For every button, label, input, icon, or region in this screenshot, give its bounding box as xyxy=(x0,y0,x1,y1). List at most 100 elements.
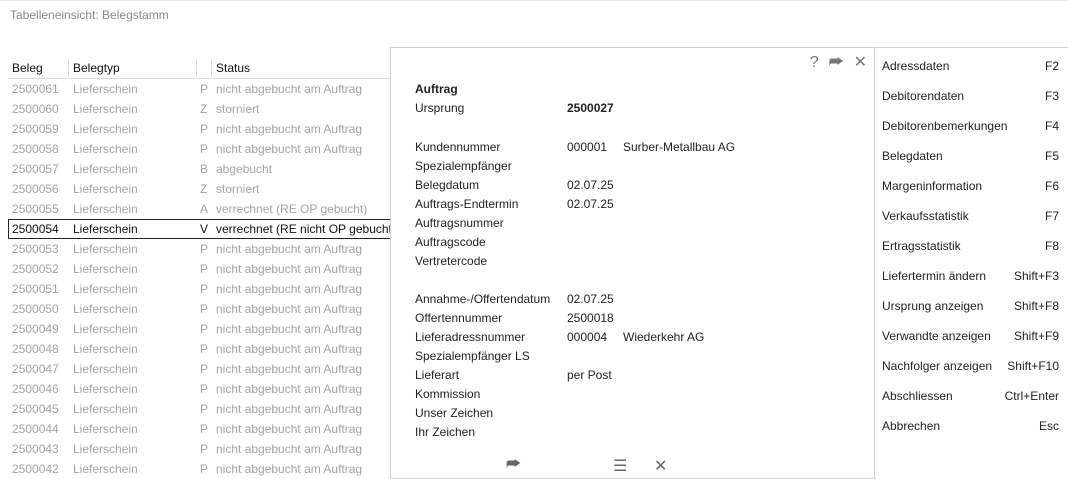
table-row[interactable]: 2500050 Lieferschein Pnicht abgebucht am A… xyxy=(8,299,392,319)
list-icon[interactable]: ☰ xyxy=(613,456,627,476)
table-header: Beleg Belegtyp Status xyxy=(8,58,392,79)
menu-item-shortcut: F6 xyxy=(1044,179,1059,193)
table-row[interactable]: 2500055 Lieferschein Averrechnet (RE OP ge… xyxy=(8,199,392,219)
menu-item-label: Ertragsstatistik xyxy=(882,239,961,253)
table-row[interactable]: 2500060 Lieferschein Zstorniert xyxy=(8,99,392,119)
menu-item-label: Debitorenbemerkungen xyxy=(882,119,1008,133)
cell-belegtyp: Lieferschein xyxy=(73,82,138,96)
menu-item-abbrechen[interactable]: Abbrechen Esc xyxy=(875,414,1068,438)
table-row[interactable]: 2500058 Lieferschein Pnicht abgebucht am A… xyxy=(8,139,392,159)
menu-item-liefertermin-ändern[interactable]: Liefertermin ändern Shift+F3 xyxy=(875,264,1068,288)
menu-item-label: Margeninformation xyxy=(882,179,983,193)
ursprung-label: Ursprung xyxy=(415,101,465,115)
menu-item-label: Abschliessen xyxy=(882,389,953,403)
table-row[interactable]: 2500059 Lieferschein Pnicht abgebucht am A… xyxy=(8,119,392,139)
menu-item-belegdaten[interactable]: Belegdaten F5 xyxy=(875,144,1068,168)
menu-item-debitorenbemerkungen[interactable]: Debitorenbemerkungen F4 xyxy=(875,114,1068,138)
table-row[interactable]: 2500056 Lieferschein Zstorniert xyxy=(8,179,392,199)
menu-item-nachfolger-anzeigen[interactable]: Nachfolger anzeigen Shift+F10 xyxy=(875,354,1068,378)
close-icon[interactable]: ✕ xyxy=(654,456,667,476)
cell-status: abgebucht xyxy=(216,162,273,176)
cell-beleg: 2500050 xyxy=(12,302,59,316)
table-row[interactable]: 2500061 Lieferschein Pnicht abgebucht am A… xyxy=(8,79,392,99)
menu-item-shortcut: F5 xyxy=(1044,149,1059,163)
menu-item-shortcut: F7 xyxy=(1044,209,1059,223)
menu-item-adressdaten[interactable]: Adressdaten F2 xyxy=(875,54,1068,78)
menu-item-ursprung-anzeigen[interactable]: Ursprung anzeigen Shift+F8 xyxy=(875,294,1068,318)
panel-toolbar: ? ⮫ ✕ xyxy=(810,54,867,72)
table-row[interactable]: 2500047 Lieferschein Pnicht abgebucht am A… xyxy=(8,359,392,379)
cell-beleg: 2500043 xyxy=(12,442,59,456)
table-row[interactable]: 2500046 Lieferschein Pnicht abgebucht am A… xyxy=(8,379,392,399)
table-row[interactable]: 2500053 Lieferschein Pnicht abgebucht am A… xyxy=(8,239,392,259)
column-header-beleg[interactable]: Beleg xyxy=(12,61,43,75)
cell-belegtyp: Lieferschein xyxy=(73,402,138,416)
lieferart-value: per Post xyxy=(567,368,612,382)
table-row[interactable]: 2500057 Lieferschein Babgebucht xyxy=(8,159,392,179)
cell-status-code: P xyxy=(200,322,209,336)
spezialempfaenger-ls-label: Spezialempfänger LS xyxy=(415,349,530,363)
cell-status-code: P xyxy=(200,142,209,156)
belegdatum-label: Belegdatum xyxy=(415,178,480,192)
context-menu: Adressdaten F2 Debitorendaten F3 Debitorenbe… xyxy=(874,47,1068,478)
cell-belegtyp: Lieferschein xyxy=(73,222,138,236)
table-row[interactable]: 2500043 Lieferschein Pnicht abgebucht am A… xyxy=(8,439,392,459)
forward-icon[interactable]: ⮫ xyxy=(506,456,521,474)
table-row[interactable]: 2500054 Lieferschein Vverrechnet (RE nicht… xyxy=(8,219,392,239)
cell-belegtyp: Lieferschein xyxy=(73,102,138,116)
menu-item-label: Abbrechen xyxy=(882,419,941,433)
column-header-status[interactable]: Status xyxy=(216,61,250,75)
cell-status: nicht abgebucht am Auftrag xyxy=(216,262,363,276)
kommission-label: Kommission xyxy=(415,387,481,401)
table-row[interactable]: 2500048 Lieferschein Pnicht abgebucht am A… xyxy=(8,339,392,359)
cell-beleg: 2500052 xyxy=(12,262,59,276)
table-row[interactable]: 2500051 Lieferschein Pnicht abgebucht am A… xyxy=(8,279,392,299)
menu-item-verkaufsstatistik[interactable]: Verkaufsstatistik F7 xyxy=(875,204,1068,228)
table-row[interactable]: 2500042 Lieferschein Pnicht abgebucht am A… xyxy=(8,459,392,477)
lieferadresse-value: 000004 xyxy=(567,330,608,344)
menu-item-verwandte-anzeigen[interactable]: Verwandte anzeigen Shift+F9 xyxy=(875,324,1068,348)
cell-belegtyp: Lieferschein xyxy=(73,462,138,476)
detail-heading: Auftrag xyxy=(415,82,458,96)
menu-item-margeninformation[interactable]: Margeninformation F6 xyxy=(875,174,1068,198)
offertennummer-value: 2500018 xyxy=(567,311,614,325)
cell-beleg: 2500051 xyxy=(12,282,59,296)
forward-icon[interactable]: ⮫ xyxy=(829,54,844,72)
menu-item-abschliessen[interactable]: Abschliessen Ctrl+Enter xyxy=(875,384,1068,408)
menu-item-debitorendaten[interactable]: Debitorendaten F3 xyxy=(875,84,1068,108)
cell-belegtyp: Lieferschein xyxy=(73,382,138,396)
cell-status-code: P xyxy=(200,422,209,436)
cell-beleg: 2500056 xyxy=(12,182,59,196)
belegstamm-table: Beleg Belegtyp Status 2500061 Lieferschei… xyxy=(8,58,392,477)
cell-beleg: 2500053 xyxy=(12,242,59,256)
cell-belegtyp: Lieferschein xyxy=(73,122,138,136)
column-separator[interactable] xyxy=(211,60,212,76)
cell-beleg: 2500045 xyxy=(12,402,59,416)
cell-belegtyp: Lieferschein xyxy=(73,142,138,156)
close-icon[interactable]: ✕ xyxy=(854,54,867,72)
menu-item-shortcut: F8 xyxy=(1044,239,1059,253)
cell-belegtyp: Lieferschein xyxy=(73,202,138,216)
cell-belegtyp: Lieferschein xyxy=(73,242,138,256)
ihr-zeichen-label: Ihr Zeichen xyxy=(415,425,476,439)
kunde-name: Surber-Metallbau AG xyxy=(623,140,736,154)
table-row[interactable]: 2500049 Lieferschein Pnicht abgebucht am A… xyxy=(8,319,392,339)
column-separator[interactable] xyxy=(68,60,69,76)
column-separator[interactable] xyxy=(196,60,197,76)
cell-belegtyp: Lieferschein xyxy=(73,182,138,196)
help-icon[interactable]: ? xyxy=(810,54,819,72)
cell-beleg: 2500058 xyxy=(12,142,59,156)
table-row[interactable]: 2500045 Lieferschein Pnicht abgebucht am A… xyxy=(8,399,392,419)
menu-item-label: Liefertermin ändern xyxy=(882,269,987,283)
cell-status: nicht abgebucht am Auftrag xyxy=(216,282,363,296)
menu-item-label: Debitorendaten xyxy=(882,89,965,103)
annahme-value: 02.07.25 xyxy=(567,292,614,306)
menu-item-ertragsstatistik[interactable]: Ertragsstatistik F8 xyxy=(875,234,1068,258)
cell-status-code: P xyxy=(200,402,209,416)
ursprung-value[interactable]: 2500027 xyxy=(567,101,614,115)
cell-beleg: 2500046 xyxy=(12,382,59,396)
column-header-belegtyp[interactable]: Belegtyp xyxy=(73,61,120,75)
table-row[interactable]: 2500052 Lieferschein Pnicht abgebucht am A… xyxy=(8,259,392,279)
table-row[interactable]: 2500044 Lieferschein Pnicht abgebucht am A… xyxy=(8,419,392,439)
cell-status: nicht abgebucht am Auftrag xyxy=(216,242,363,256)
